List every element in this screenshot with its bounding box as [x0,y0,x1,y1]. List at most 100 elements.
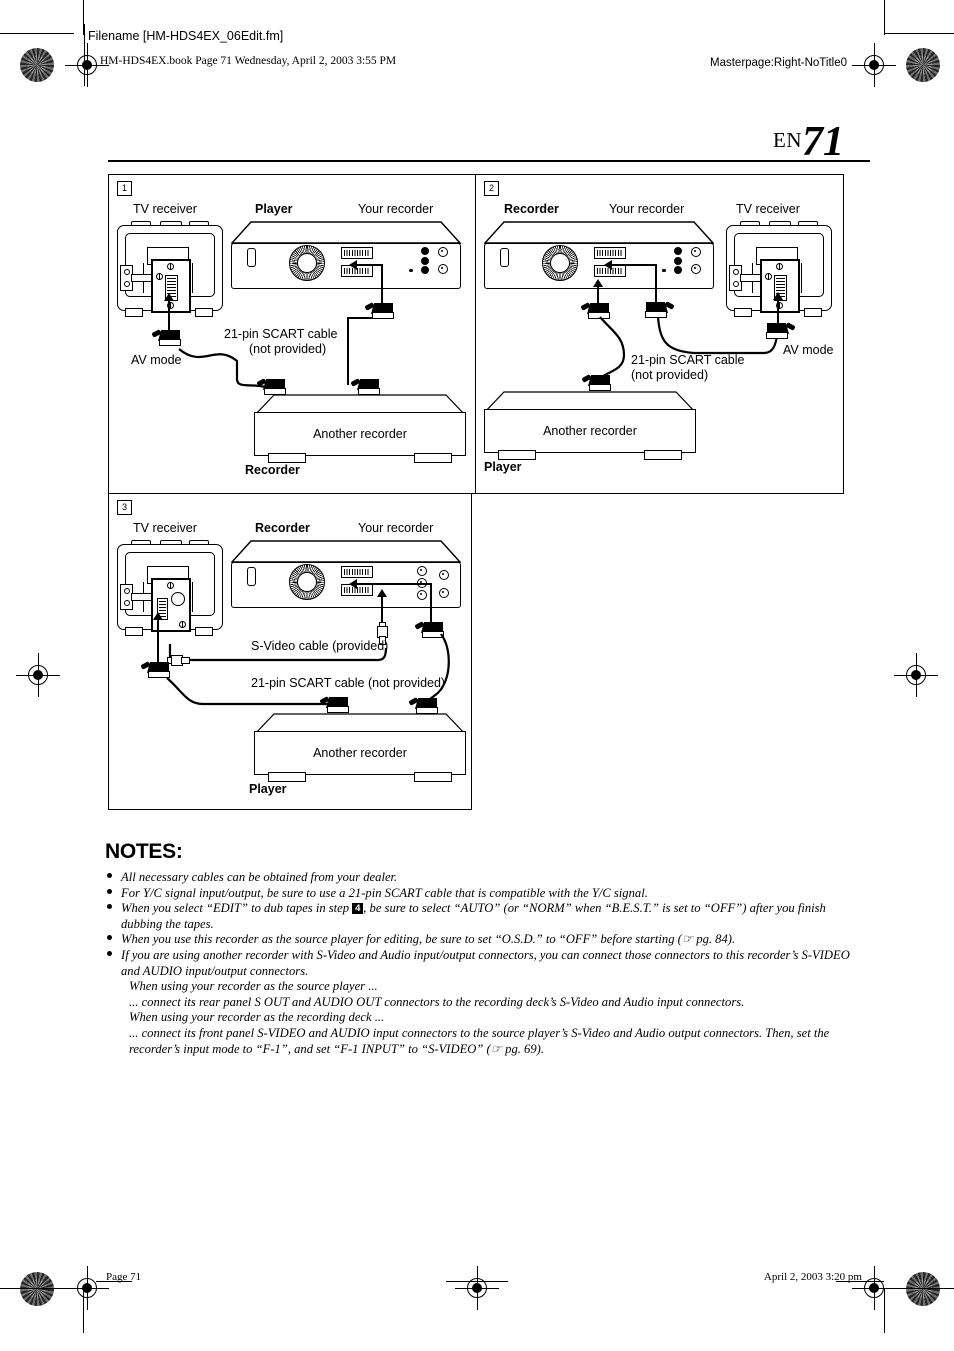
vcr-connector-c [421,257,429,265]
notes-title: NOTES: [105,840,183,863]
tv-foot-right [195,627,213,636]
tv-foot-right [195,308,213,317]
footer-timestamp: April 2, 2003 3:20 pm [763,1271,862,1283]
crop-line-top-right-v [884,0,885,35]
panel3-label-role-bottom: Player [249,782,287,796]
panel3-tv-receiver [117,540,223,636]
note-item: When you use this recorder as the source… [105,932,865,948]
tv-screw-left [765,273,772,280]
tv-foot-left [125,627,143,636]
plug-base [327,706,349,713]
note-text-prefix: When you select “EDIT” to dub tapes in s… [121,901,353,916]
panel1-cable-label-line2: (not provided) [249,342,327,356]
another-recorder-foot-left [498,450,536,460]
note-item: For Y/C signal input/output, be sure to … [105,886,865,902]
header-filename: Filename [HM-HDS4EX_06Edit.fm] [88,29,284,43]
vcr-connector-right-upper [439,570,449,580]
panel3-your-recorder [231,540,461,608]
tv-foot-right [804,308,822,317]
panel2-wire-vertical-mid [655,264,657,306]
panel1-another-recorder-label: Another recorder [313,427,407,441]
note-text: When you use this recorder as the source… [121,932,736,947]
panel1-label-your-recorder: Your recorder [358,202,434,216]
vcr-clip [500,248,509,267]
crop-line-header-divider [84,24,85,86]
panel2-wire-top-horizontal [612,264,656,266]
diagram-panel-2: 2 Recorder Your recorder TV receiver AV … [475,174,844,494]
panel2-plug-tv [765,322,796,339]
vcr-scart-socket-lower [341,265,373,277]
panel2-label-tv: TV receiver [736,202,800,216]
panel2-label-your-recorder: Your recorder [609,202,685,216]
bullet-icon [107,888,112,894]
header-book-line: HM-HDS4EX.book Page 71 Wednesday, April … [100,55,397,67]
plug-base [766,332,788,339]
panel3-label-role: Recorder [255,521,310,535]
panel1-your-recorder [231,221,461,289]
panel1-wire-horizontal-top [357,264,383,266]
vcr-scart-lower-pins [344,587,370,593]
vcr-scart-socket-upper [341,247,373,259]
panel1-label-role: Player [255,202,293,216]
crop-line-bottom-left-v [83,1288,84,1333]
vcr-connector-e [409,268,413,272]
plug-base [372,312,394,319]
panel-number-3: 3 [117,500,132,515]
vcr-connector-d [691,264,701,274]
note-text: For Y/C signal input/output, be sure to … [121,885,648,900]
page-number-value: 71 [802,119,844,165]
crop-line-footer-center [446,1281,508,1282]
registration-mark-top-left [65,43,109,87]
halftone-circle-bottom-right [906,1272,940,1306]
panel2-label-role: Recorder [504,202,559,216]
panel2-wire-tv-vertical [777,300,779,324]
note-subline: When using your recorder as the recordin… [129,1010,385,1025]
registration-mark-bottom-center [455,1266,499,1310]
vcr-connector-e [662,268,666,272]
another-recorder-foot-right [414,453,452,463]
panel2-plug-lower-left [581,374,612,391]
panel2-another-recorder-label: Another recorder [543,424,637,438]
crop-line-bottom-left-h [0,1288,74,1289]
another-recorder-foot-right [414,772,452,782]
tv-screw-bottom [179,621,186,628]
header-masterpage: Masterpage:Right-NoTitle0 [710,57,847,69]
panel3-arrow-svideo-into-recorder [377,589,387,597]
note-subline: When using your recorder as the source p… [129,979,378,994]
panel3-arrow-into-tv [153,612,163,620]
panel3-plug-scart-lower-left [319,696,350,713]
header-rule [108,160,870,162]
vcr-fan-vent [289,245,325,281]
crop-line-bottom-right-v [884,1288,885,1333]
note-item: All necessary cables can be obtained fro… [105,870,865,886]
registration-mark-top-right [852,43,896,87]
panel2-cable-label-line1: 21-pin SCART cable [631,353,745,367]
plug-base [589,384,611,391]
diagram-panel-1: 1 TV receiver Player Your recorder 21-pi… [108,174,476,494]
tv-scart-panel [760,259,800,313]
vcr-scart-socket-lower [341,584,373,596]
crop-line-bottom-right-h [884,1288,954,1289]
diagram-panel-3: 3 TV receiver Recorder Your recorder S-V… [108,493,472,810]
note-subline: ... connect its rear panel S OUT and AUD… [129,994,745,1009]
page-number: EN71 [773,118,844,166]
panel2-label-role-bottom: Player [484,460,522,474]
panel1-cable-label-line1: 21-pin SCART cable [224,327,338,341]
registration-mark-right-middle [894,653,938,697]
tv-foot-left [125,308,143,317]
vcr-connector-a [674,247,682,255]
halftone-circle-top-left [20,48,54,82]
crop-line-top-right-h [884,33,954,34]
vcr-connector-right-lower [439,588,449,598]
note-text: If you are using another recorder with S… [121,947,850,978]
panel3-scart-label: 21-pin SCART cable (not provided) [251,676,446,690]
vcr-connector-f [674,266,682,274]
bullet-icon [107,904,112,910]
vcr-scart-upper-pins [597,250,623,256]
registration-mark-bottom-left [65,1266,109,1310]
another-recorder-foot-right [644,450,682,460]
bullet-icon [107,935,112,941]
tv-screw-left [156,273,163,280]
panel3-plug-scart-lower-right [408,697,439,714]
panel1-wire-vertical-right [381,264,383,308]
